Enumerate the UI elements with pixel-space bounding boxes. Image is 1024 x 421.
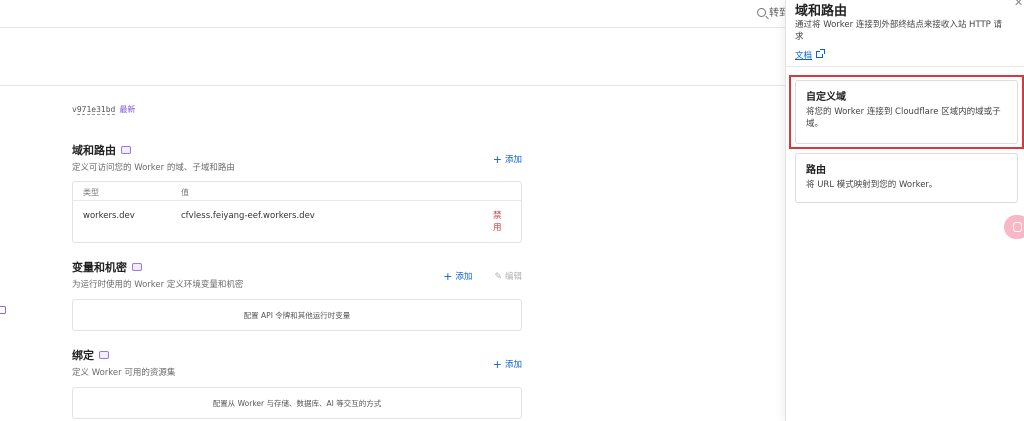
close-icon[interactable]: ✕ [1014, 0, 1023, 9]
docs-link[interactable]: 文档 [795, 49, 826, 61]
variables-empty-state: 配置 API 令牌和其他运行时变量 [72, 299, 522, 331]
bindings-title-row: 绑定 [72, 347, 522, 363]
variables-edit-button[interactable]: 编辑 [494, 270, 522, 283]
info-icon [132, 263, 142, 271]
info-icon [99, 351, 109, 359]
search-icon [757, 8, 766, 17]
bindings-title: 绑定 [72, 349, 94, 362]
version-hash[interactable]: 971e31bd [76, 105, 116, 115]
panel-title: 域和路由 [795, 4, 848, 19]
top-bar: 转到 [0, 0, 789, 28]
disable-button[interactable]: 禁用 [493, 210, 505, 234]
domains-title-row: 域和路由 [72, 142, 522, 158]
sidebar-collapsed-icon[interactable] [0, 306, 6, 314]
domains-title: 域和路由 [72, 144, 116, 157]
variables-add-button[interactable]: 添加 [443, 270, 472, 283]
option-title: 路由 [806, 165, 826, 176]
bindings-add-button[interactable]: 添加 [493, 358, 522, 371]
domains-add-button[interactable]: 添加 [493, 153, 522, 166]
column-value: 值 [181, 188, 189, 197]
table-header: 类型 值 [73, 182, 521, 201]
column-type: 类型 [83, 188, 99, 197]
row-value: cfvless.feiyang-eef.workers.dev [181, 211, 315, 221]
variables-section: 变量和机密 为运行时使用的 Worker 定义环境变量和机密 添加 编辑 配置 … [72, 259, 522, 331]
variables-title: 变量和机密 [72, 261, 127, 274]
docs-link-label: 文档 [795, 51, 813, 61]
bindings-section: 绑定 定义 Worker 可用的资源集 添加 配置从 Worker 与存储、数据… [72, 347, 522, 419]
row-type: workers.dev [83, 211, 135, 221]
version-line: v971e31bd 最新 [72, 104, 522, 115]
domains-section: 域和路由 定义可访问您的 Worker 的域、子域和路由 添加 类型 值 wor… [72, 142, 522, 243]
header-band [0, 28, 785, 86]
option-desc: 将您的 Worker 连接到 Cloudflare 区域内的域或子域。 [806, 107, 1001, 129]
bindings-desc: 定义 Worker 可用的资源集 [72, 368, 176, 378]
domains-desc: 定义可访问您的 Worker 的域、子域和路由 [72, 163, 235, 173]
custom-domain-option[interactable]: 自定义域 将您的 Worker 连接到 Cloudflare 区域内的域或子域。 [795, 80, 1018, 144]
latest-badge: 最新 [119, 105, 136, 114]
external-link-icon [816, 49, 826, 58]
table-row: workers.dev cfvless.feiyang-eef.workers.… [73, 201, 521, 242]
side-panel: 域和路由 ✕ 通过将 Worker 连接到外部终结点来接收入站 HTTP 请求 … [785, 0, 1024, 421]
info-icon [121, 146, 131, 154]
divider [786, 66, 1024, 67]
bindings-empty-state: 配置从 Worker 与存储、数据库、AI 等交互的方式 [72, 387, 522, 419]
floating-assistant-button[interactable] [1004, 215, 1024, 239]
route-option[interactable]: 路由 将 URL 模式映射到您的 Worker。 [795, 153, 1018, 203]
option-desc: 将 URL 模式映射到您的 Worker。 [806, 180, 938, 190]
domains-table: 类型 值 workers.dev cfvless.feiyang-eef.wor… [72, 181, 522, 243]
panel-desc: 通过将 Worker 连接到外部终结点来接收入站 HTTP 请求 [795, 20, 1003, 42]
option-title: 自定义域 [806, 92, 846, 103]
